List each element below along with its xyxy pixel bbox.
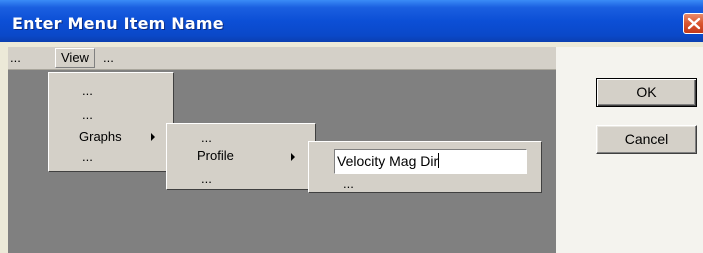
close-button[interactable] bbox=[683, 13, 703, 34]
graphs-menu-item-3[interactable]: ... bbox=[201, 171, 212, 186]
submenu-arrow-icon bbox=[151, 133, 155, 141]
window-title: Enter Menu Item Name bbox=[12, 14, 224, 33]
view-menu-item-graphs[interactable]: Graphs bbox=[79, 129, 122, 144]
menubar-item-first[interactable]: ... bbox=[10, 50, 21, 65]
menu-item-name-value: Velocity Mag Dir bbox=[337, 153, 439, 169]
title-bar[interactable]: Enter Menu Item Name bbox=[0, 0, 703, 42]
menubar-item-last[interactable]: ... bbox=[103, 50, 114, 65]
view-menu-item-2[interactable]: ... bbox=[82, 107, 93, 122]
view-menu-item-1[interactable]: ... bbox=[82, 83, 93, 98]
graphs-menu-item-1[interactable]: ... bbox=[201, 130, 212, 145]
close-icon bbox=[687, 17, 701, 30]
graphs-menu-popup: ... Profile ... bbox=[166, 123, 316, 190]
menu-item-name-input[interactable]: Velocity Mag Dir bbox=[334, 149, 527, 174]
text-caret bbox=[438, 153, 440, 168]
view-menu-popup: ... ... Graphs ... bbox=[48, 72, 174, 172]
graphs-menu-item-profile[interactable]: Profile bbox=[197, 148, 234, 163]
ok-button[interactable]: OK bbox=[596, 78, 697, 107]
menu-bar: ... View ... bbox=[8, 47, 556, 70]
view-menu-item-4[interactable]: ... bbox=[82, 149, 93, 164]
cancel-button[interactable]: Cancel bbox=[596, 125, 697, 154]
submenu-arrow-icon bbox=[291, 153, 295, 161]
menubar-item-view[interactable]: View bbox=[55, 48, 95, 68]
profile-menu-item[interactable]: ... bbox=[343, 176, 354, 191]
dialog-window: Enter Menu Item Name ... View ... ... ..… bbox=[0, 0, 703, 253]
